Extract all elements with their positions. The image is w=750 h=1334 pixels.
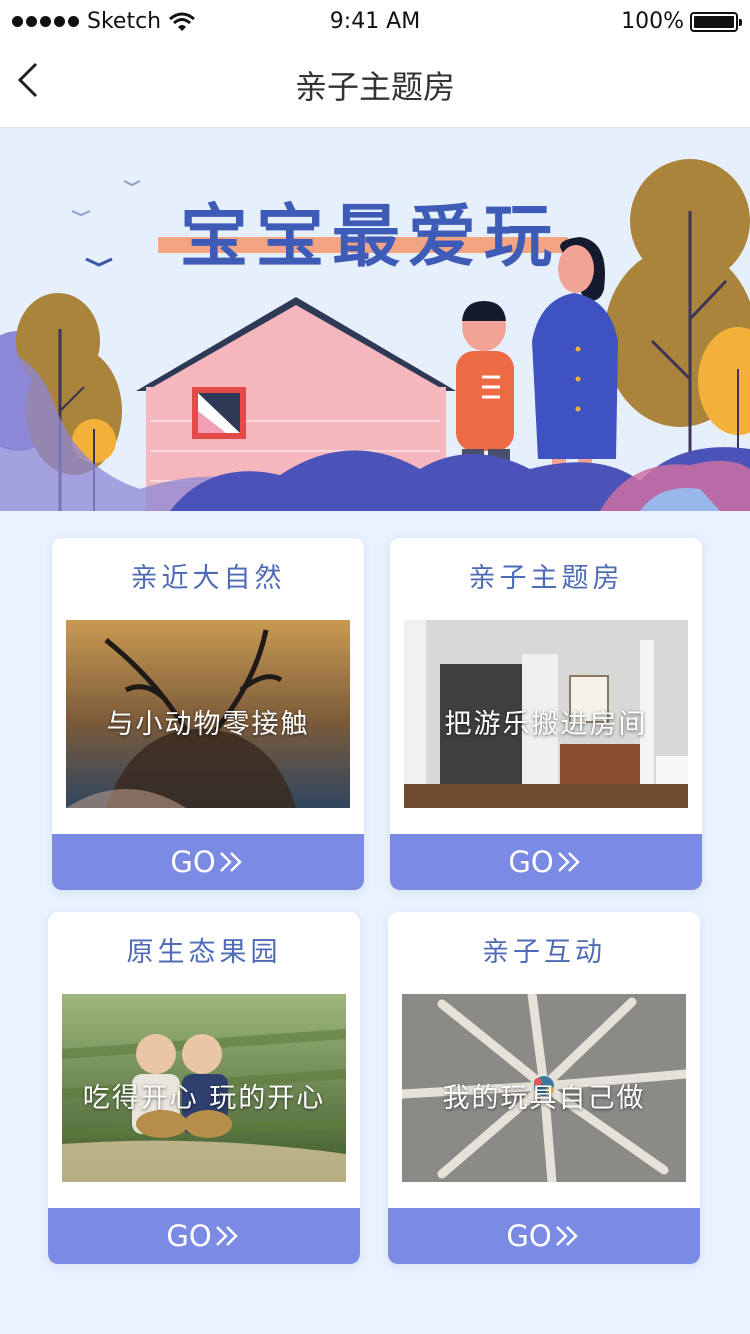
go-label: GO <box>166 1219 212 1253</box>
battery-group: 100% <box>621 9 742 34</box>
card-orchard[interactable]: 原生态果园 吃得开心 玩的开心 GO <box>48 912 360 1264</box>
page-title: 亲子主题房 <box>294 68 455 106</box>
card-caption: 与小动物零接触 <box>106 709 310 740</box>
go-label: GO <box>506 1219 552 1253</box>
card-interaction[interactable]: 亲子互动 我的玩具自己做 GO <box>388 912 700 1264</box>
double-chevron-right-icon <box>219 852 242 872</box>
navigation-bar: 亲子主题房 <box>0 42 750 128</box>
card-caption: 把游乐搬进房间 <box>444 709 648 740</box>
card-title: 亲近大自然 <box>130 563 286 594</box>
go-button[interactable]: GO <box>48 1208 360 1264</box>
card-theme-room[interactable]: 亲子主题房 把游乐搬进房间 GO <box>390 538 702 890</box>
card-title: 亲子互动 <box>482 937 606 968</box>
card-nature[interactable]: 亲近大自然 与小动物零接触 GO <box>52 538 364 890</box>
battery-icon <box>690 11 742 32</box>
deer-photo: 与小动物零接触 <box>66 620 350 808</box>
go-button[interactable]: GO <box>388 1208 700 1264</box>
pencils-photo: 我的玩具自己做 <box>402 994 686 1182</box>
banner-headline: 宝宝最爱玩 <box>180 198 561 277</box>
card-caption: 吃得开心 玩的开心 <box>82 1083 326 1114</box>
strawberry-field-photo: 吃得开心 玩的开心 <box>62 994 346 1182</box>
hero-banner: 宝宝最爱玩 <box>0 129 750 511</box>
go-label: GO <box>170 845 216 879</box>
battery-percent: 100% <box>621 9 684 34</box>
double-chevron-right-icon <box>557 852 580 872</box>
go-button[interactable]: GO <box>390 834 702 890</box>
double-chevron-right-icon <box>555 1226 578 1246</box>
card-caption: 我的玩具自己做 <box>442 1083 646 1114</box>
go-button[interactable]: GO <box>52 834 364 890</box>
room-photo: 把游乐搬进房间 <box>404 620 688 808</box>
status-bar: Sketch 9:41 AM 100% <box>0 0 750 42</box>
card-title: 亲子主题房 <box>468 563 624 594</box>
go-label: GO <box>508 845 554 879</box>
double-chevron-right-icon <box>215 1226 238 1246</box>
card-title: 原生态果园 <box>126 937 282 968</box>
